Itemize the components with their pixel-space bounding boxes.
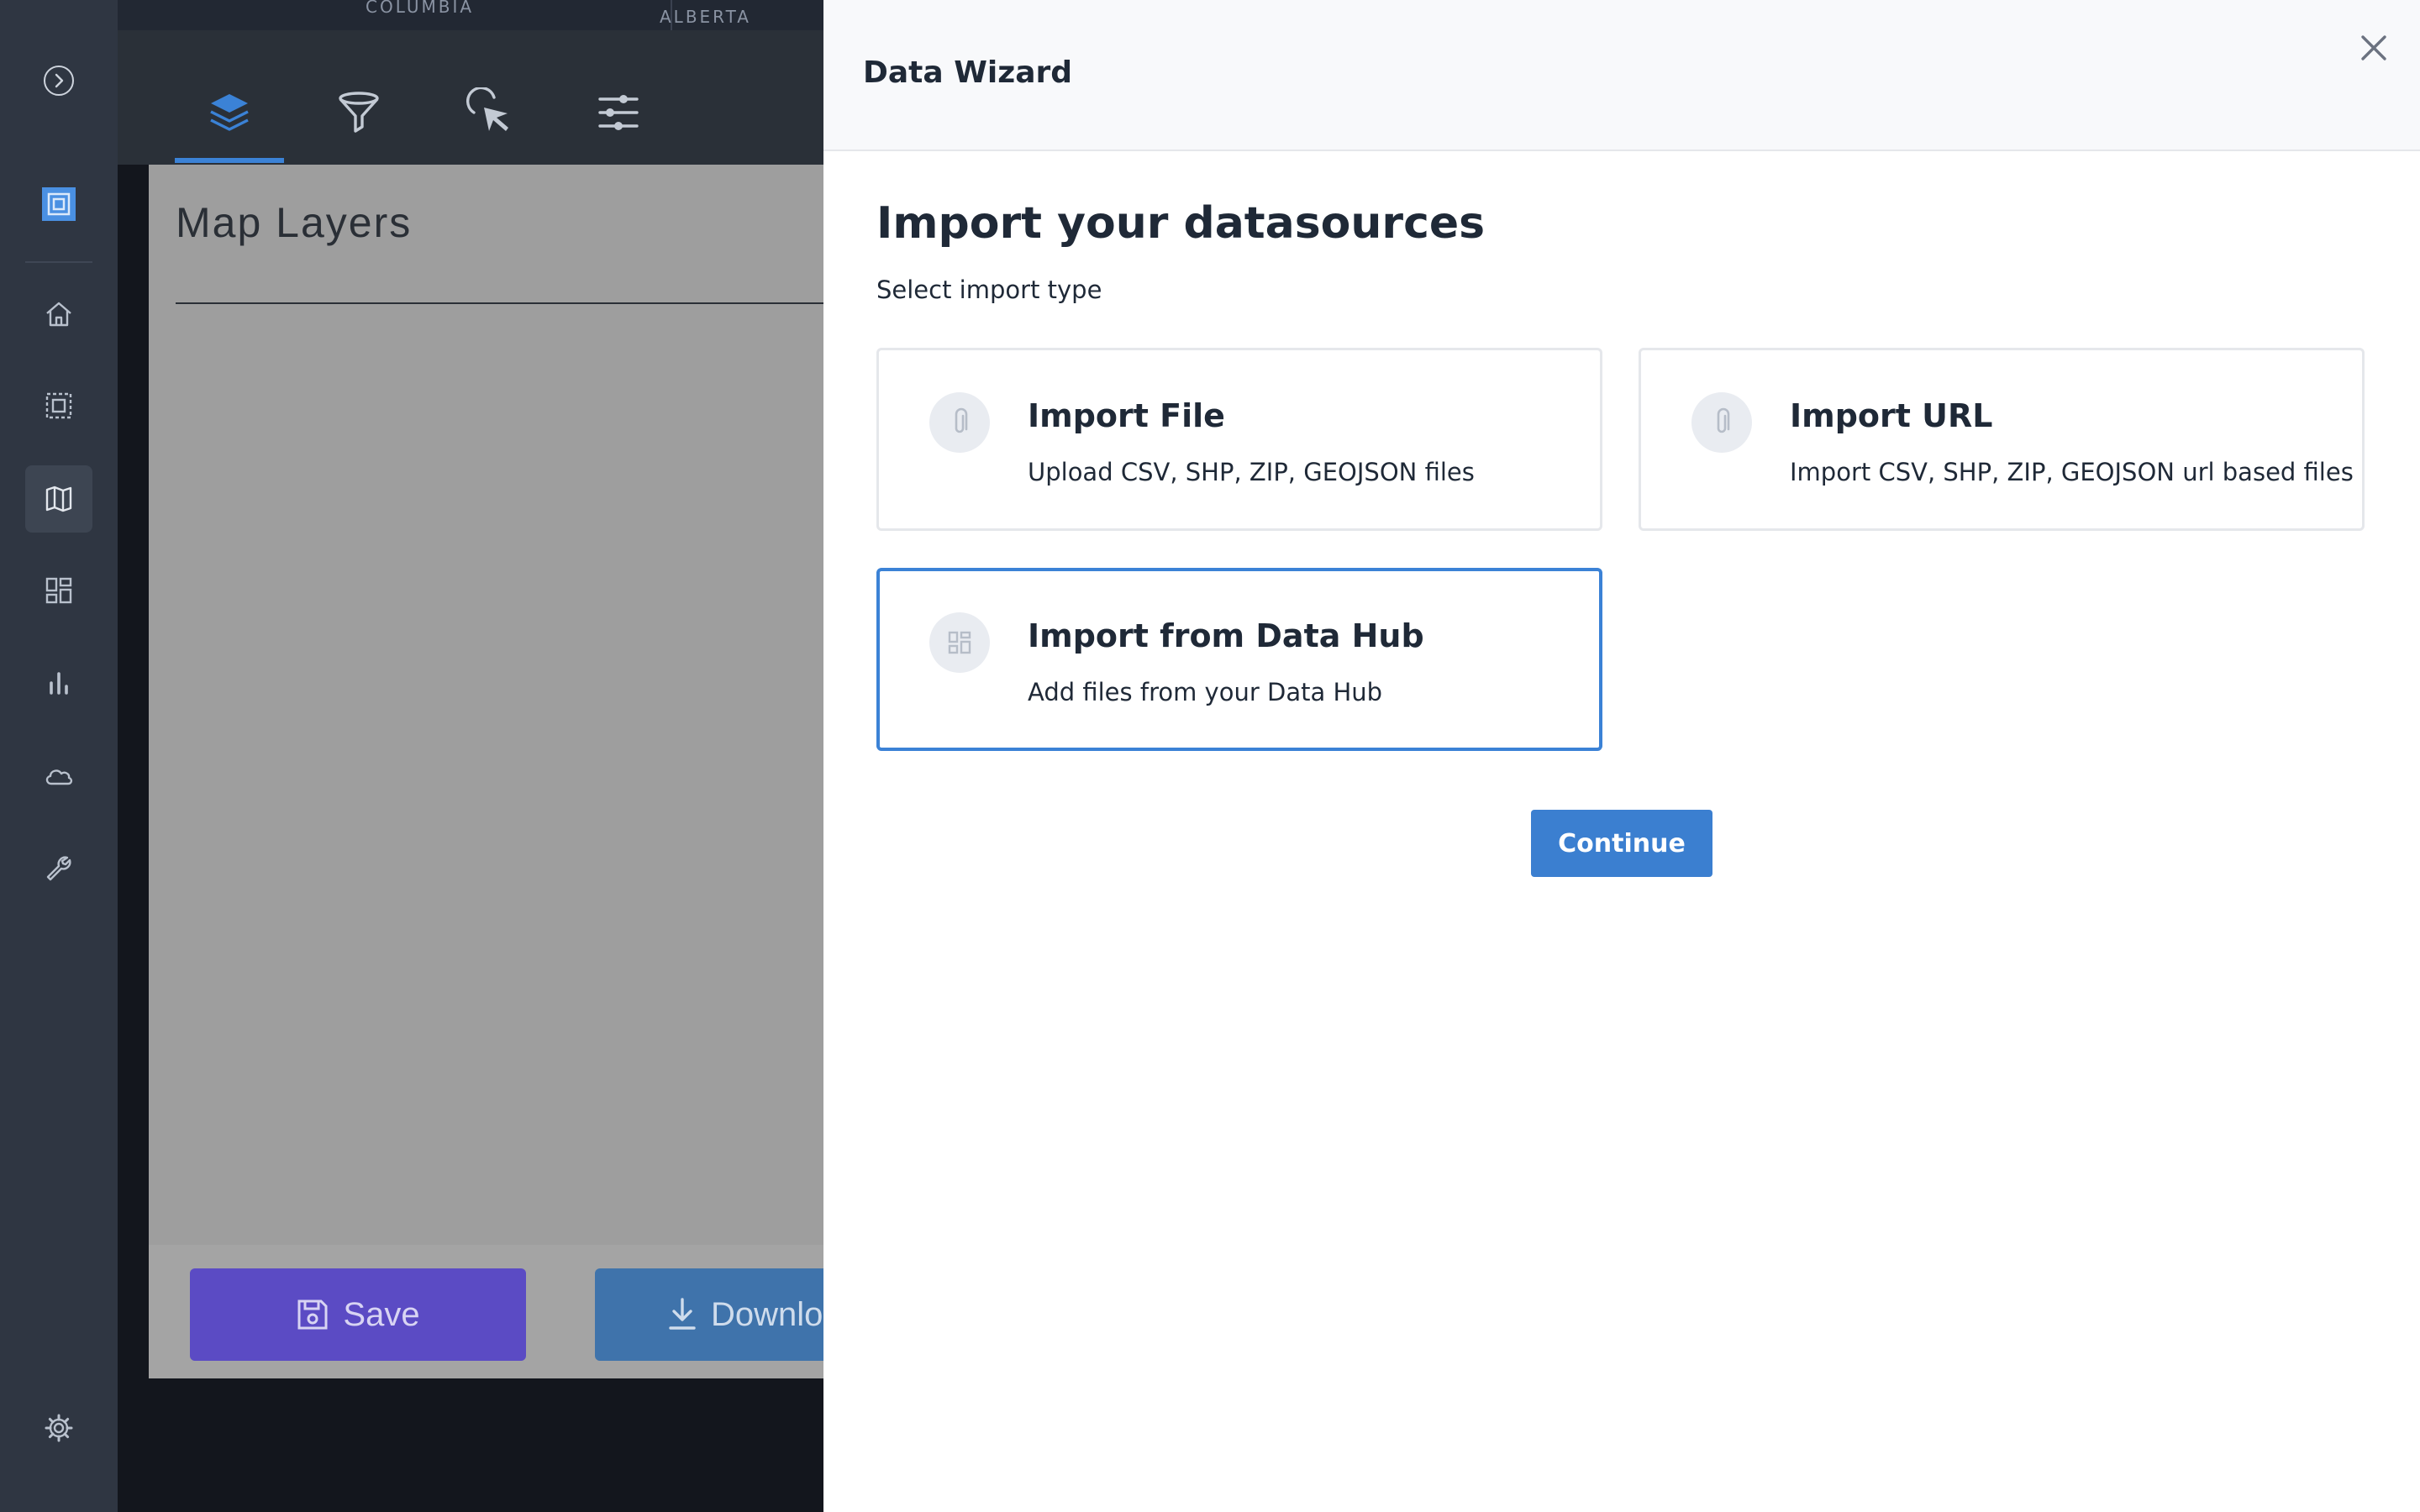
download-button-label: Download (711, 1295, 823, 1333)
paperclip-icon (929, 392, 990, 453)
map-label-alberta: ALBERTA (660, 7, 751, 27)
import-data-hub-option[interactable]: Import from Data Hub Add files from your… (876, 568, 1602, 751)
panel-title: Map Layers (176, 199, 413, 246)
left-sidebar (0, 0, 118, 1512)
sliders-icon (598, 95, 639, 130)
download-icon (669, 1298, 696, 1330)
import-file-option[interactable]: Import File Upload CSV, SHP, ZIP, GEOJSO… (876, 348, 1602, 531)
modal-title: Data Wizard (863, 55, 1073, 90)
layers-icon (210, 94, 249, 131)
sidebar-item-charts[interactable] (25, 649, 92, 717)
sidebar-item-cloud[interactable] (25, 743, 92, 810)
map-icon (45, 486, 72, 512)
wrench-icon (46, 856, 71, 881)
bar-chart-icon (50, 672, 68, 695)
sidebar-item-selection[interactable] (25, 372, 92, 439)
save-button[interactable]: Save (190, 1268, 526, 1361)
panel-title-divider (176, 302, 823, 304)
paperclip-icon (1691, 392, 1752, 453)
data-wizard-modal: Data Wizard Import your datasources Sele… (823, 0, 2420, 1512)
logo-icon (42, 187, 76, 221)
option-description: Import CSV, SHP, ZIP, GEOJSON url based … (1790, 458, 2354, 486)
modal-header: Data Wizard (823, 0, 2420, 151)
continue-button[interactable]: Continue (1531, 810, 1712, 877)
page-subheading: Select import type (876, 276, 1102, 304)
map-preview-strip: COLUMBIA ALBERTA (118, 0, 823, 30)
home-icon (46, 302, 71, 327)
import-url-option[interactable]: Import URL Import CSV, SHP, ZIP, GEOJSON… (1639, 348, 2365, 531)
tab-layers[interactable] (175, 77, 284, 148)
select-icon (45, 392, 72, 419)
map-label-columbia: COLUMBIA (366, 0, 475, 17)
grid-icon (929, 612, 990, 673)
save-button-label: Save (343, 1295, 420, 1333)
filter-icon (339, 92, 379, 133)
sidebar-item-tools[interactable] (25, 834, 92, 901)
grid-icon (45, 577, 72, 604)
panel-toolbar (118, 30, 823, 165)
option-description: Upload CSV, SHP, ZIP, GEOJSON files (1028, 458, 1475, 486)
download-button[interactable]: Download (595, 1268, 823, 1361)
sidebar-item-home[interactable] (25, 281, 92, 348)
sidebar-divider (25, 261, 92, 263)
cloud-icon (45, 769, 73, 785)
page-heading: Import your datasources (876, 198, 1486, 249)
sidebar-item-settings[interactable] (25, 1394, 92, 1462)
tab-select[interactable] (434, 77, 544, 148)
sidebar-item-map[interactable] (25, 465, 92, 533)
map-layers-panel: Map Layers (149, 165, 823, 1378)
floppy-disk-icon (297, 1299, 328, 1330)
close-icon (2361, 35, 2386, 60)
gear-icon (45, 1414, 73, 1442)
tab-filter[interactable] (304, 77, 413, 148)
option-title: Import File (1028, 397, 1225, 434)
sidebar-item-dashboard[interactable] (25, 557, 92, 624)
close-button[interactable] (2353, 27, 2395, 69)
tab-settings[interactable] (564, 77, 673, 148)
option-description: Add files from your Data Hub (1028, 678, 1383, 706)
expand-sidebar-button[interactable] (25, 47, 92, 114)
cursor-icon (466, 87, 508, 131)
chevron-right-icon (44, 66, 74, 96)
option-title: Import URL (1790, 397, 1993, 434)
active-tab-indicator (175, 158, 284, 163)
option-title: Import from Data Hub (1028, 617, 1424, 654)
app-logo[interactable] (25, 171, 92, 238)
